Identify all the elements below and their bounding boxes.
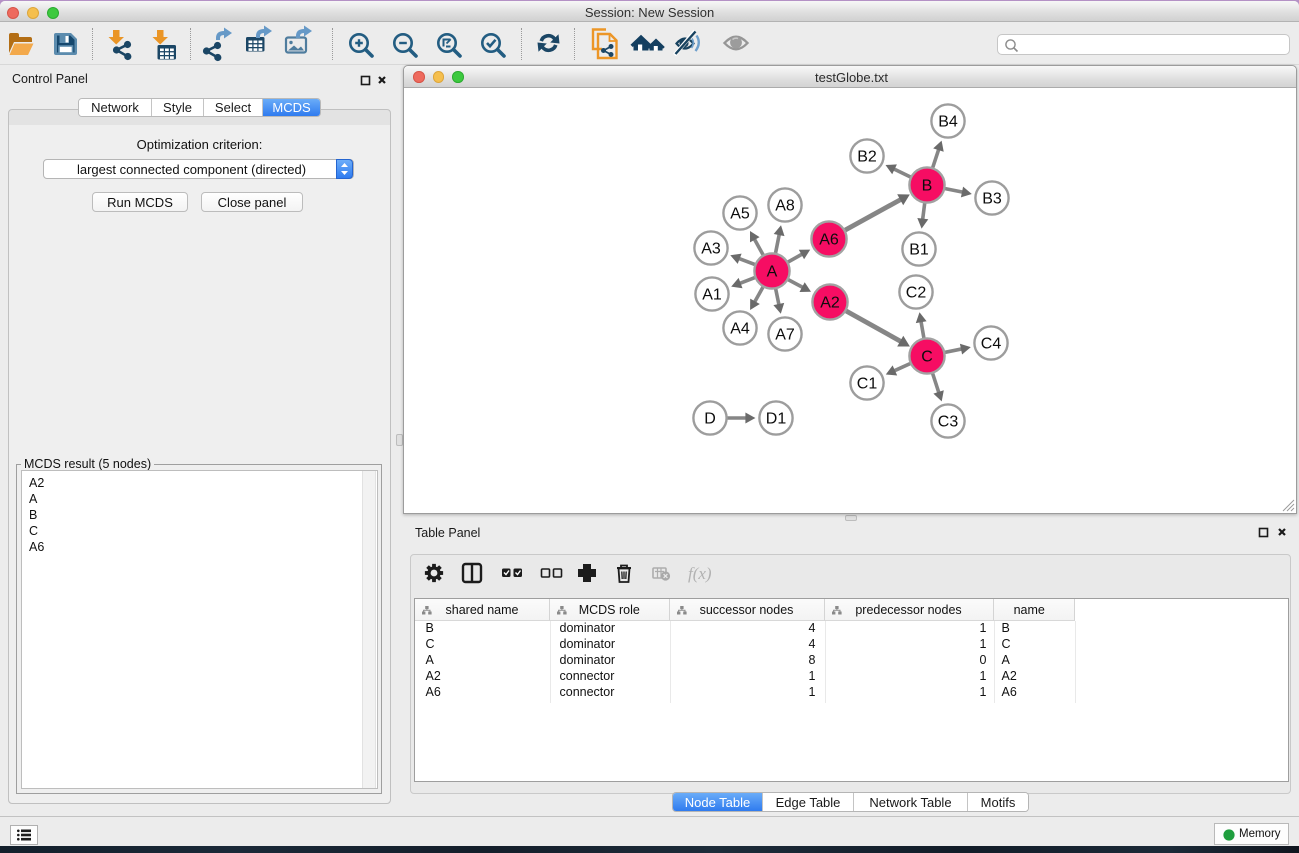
svg-text:C2: C2 (906, 285, 927, 302)
svg-text:C1: C1 (857, 376, 878, 393)
svg-text:A: A (767, 264, 778, 281)
svg-text:C3: C3 (938, 414, 959, 431)
svg-text:A4: A4 (730, 321, 750, 338)
svg-text:B: B (922, 178, 933, 195)
svg-text:B3: B3 (982, 191, 1002, 208)
svg-text:D: D (704, 411, 716, 428)
svg-text:A7: A7 (775, 327, 795, 344)
svg-text:B4: B4 (938, 114, 958, 131)
svg-text:C4: C4 (981, 336, 1002, 353)
svg-text:D1: D1 (766, 411, 787, 428)
svg-text:A5: A5 (730, 206, 750, 223)
svg-text:f(x): f(x) (688, 564, 712, 583)
svg-text:B1: B1 (909, 242, 929, 259)
svg-text:C: C (921, 349, 933, 366)
svg-text:A6: A6 (819, 232, 839, 249)
svg-text:A8: A8 (775, 198, 795, 215)
svg-text:A3: A3 (701, 241, 721, 258)
svg-text:B2: B2 (857, 149, 877, 166)
svg-text:A1: A1 (702, 287, 722, 304)
svg-text:A2: A2 (820, 295, 840, 312)
